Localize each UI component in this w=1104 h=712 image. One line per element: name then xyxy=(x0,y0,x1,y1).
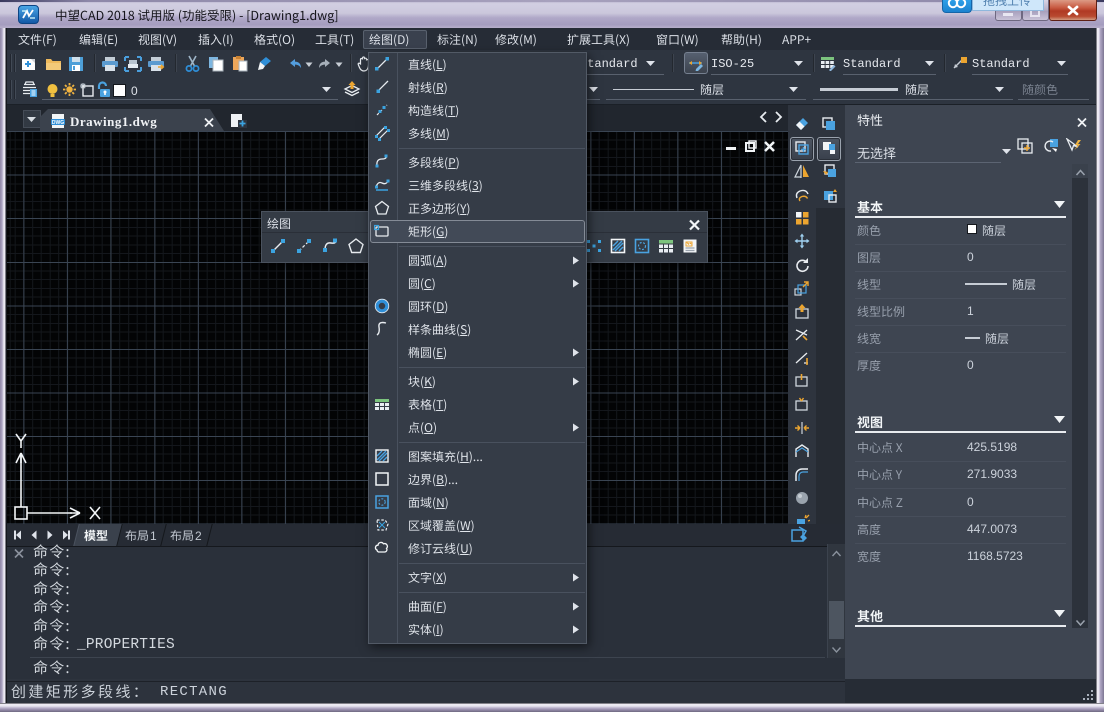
svg-text:DWG: DWG xyxy=(52,120,64,126)
